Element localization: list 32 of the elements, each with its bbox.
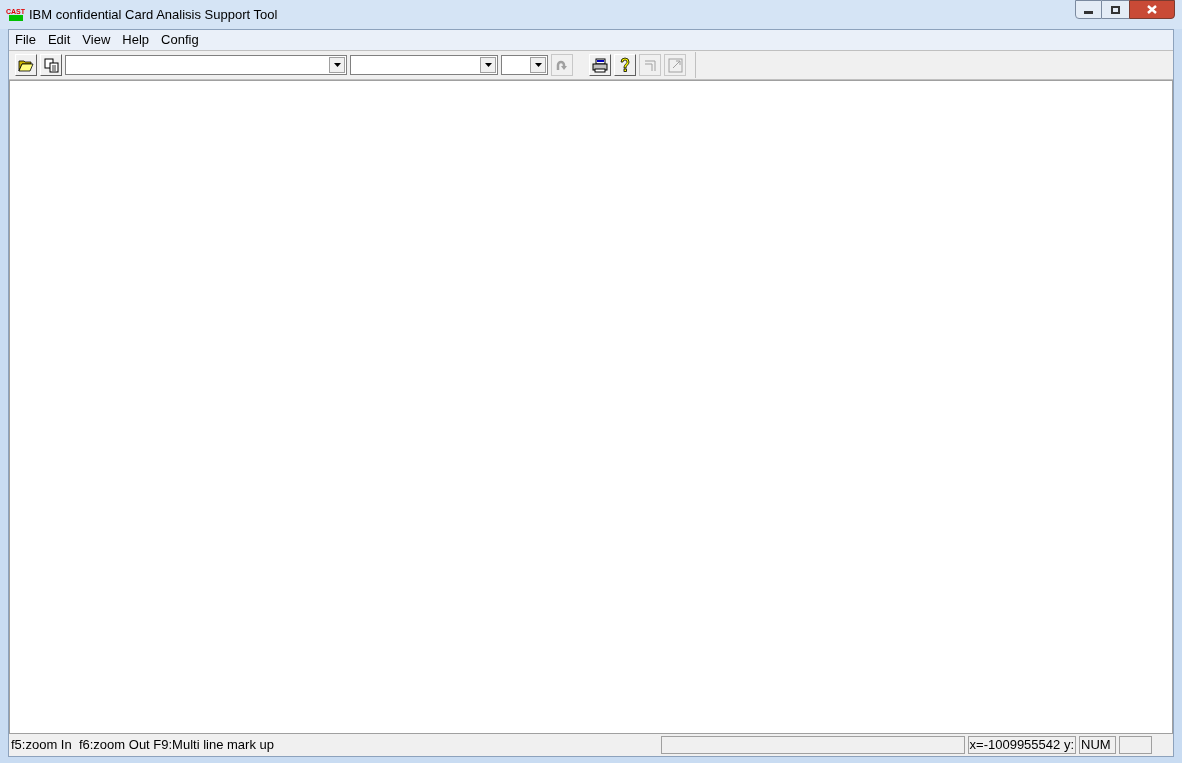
dropdown-arrow-button[interactable] xyxy=(530,57,546,73)
dropdown-field[interactable] xyxy=(501,55,548,75)
menu-item[interactable]: Help xyxy=(116,30,156,50)
caret-icon xyxy=(534,63,542,67)
dropdown-field[interactable] xyxy=(65,55,347,75)
dropdown-arrow-button[interactable] xyxy=(480,57,496,73)
help-icon xyxy=(619,57,631,73)
dropdown-arrow-button[interactable] xyxy=(329,57,345,73)
status-panel xyxy=(1119,736,1152,754)
redo-arrow-icon xyxy=(555,58,569,72)
resize-icon xyxy=(667,57,683,73)
caret-icon xyxy=(333,63,341,67)
printer-icon xyxy=(592,57,608,73)
window-title: IBM confidential Card Analisis Support Tool xyxy=(29,5,278,24)
status-hint: f5:zoom In f6:zoom Out F9:Multi line mark up xyxy=(10,736,274,755)
menu-item[interactable]: File xyxy=(9,30,42,50)
menu-item[interactable]: Edit xyxy=(41,30,77,50)
dropdown-field[interactable] xyxy=(350,55,498,75)
maximize-button[interactable] xyxy=(1102,0,1129,19)
coordinates-text: x=-1009955542 y: xyxy=(967,736,1076,754)
copy-icon xyxy=(43,57,59,73)
caret-icon xyxy=(484,63,492,67)
bracket-icon xyxy=(643,58,657,72)
folder-icon xyxy=(18,58,34,72)
num-lock-indicator: NUM xyxy=(1079,736,1116,754)
menu-item[interactable]: Config xyxy=(155,30,205,50)
close-icon xyxy=(1147,5,1157,14)
minimize-button[interactable] xyxy=(1075,0,1102,19)
close-button[interactable] xyxy=(1129,0,1175,19)
restore-icon xyxy=(1111,5,1120,14)
menu-item[interactable]: View xyxy=(76,30,117,50)
minimize-icon xyxy=(1084,10,1093,14)
